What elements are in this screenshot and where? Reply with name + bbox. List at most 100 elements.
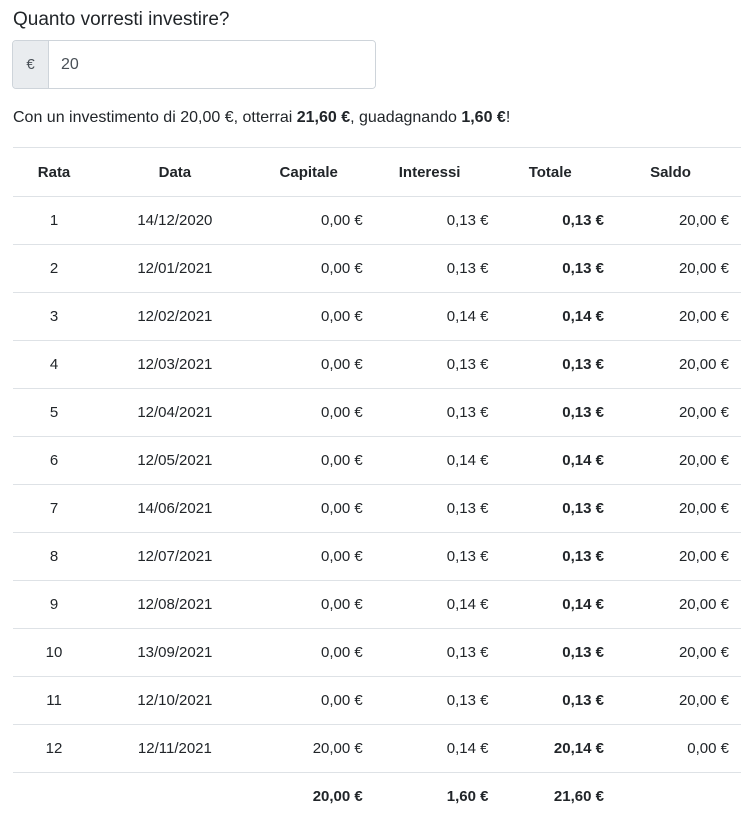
- header-data: Data: [95, 147, 255, 197]
- cell-totale: 0,13 €: [496, 388, 612, 437]
- cell-interessi: 0,13 €: [370, 484, 497, 533]
- cell-interessi: 0,13 €: [370, 340, 497, 389]
- cell-data: 12/03/2021: [95, 340, 255, 389]
- table-body: 1 14/12/2020 0,00 €0,13 €0,13 €20,00 €2 12/…: [13, 196, 741, 820]
- table-row: 11 12/10/2021 0,00 €0,13 €0,13 €20,00 €: [13, 676, 741, 725]
- payment-plan-table: Rata Data Capitale Interessi Totale Sald…: [13, 147, 741, 820]
- cell-rata: 10: [13, 628, 96, 677]
- summary-gain: 1,60 €: [461, 109, 506, 126]
- cell-interessi: 0,13 €: [370, 676, 497, 725]
- cell-totale: 0,13 €: [496, 340, 612, 389]
- table-row: 7 14/06/2021 0,00 €0,13 €0,13 €20,00 €: [13, 484, 741, 533]
- cell-capitale: 0,00 €: [254, 388, 371, 437]
- cell-rata: 2: [13, 244, 96, 293]
- cell-capitale: 0,00 €: [254, 532, 371, 581]
- total-cell-interessi: 1,60 €: [370, 772, 497, 820]
- cell-interessi: 0,13 €: [370, 196, 497, 245]
- cell-data: 12/01/2021: [95, 244, 255, 293]
- cell-rata: 11: [13, 676, 96, 725]
- cell-saldo: 20,00 €: [611, 340, 741, 389]
- cell-capitale: 0,00 €: [254, 196, 371, 245]
- investment-summary: Con un investimento di 20,00 €, otterrai…: [13, 108, 510, 128]
- cell-data: 14/12/2020: [95, 196, 255, 245]
- table-header-row: Rata Data Capitale Interessi Totale Sald…: [13, 147, 741, 197]
- table-row: 5 12/04/2021 0,00 €0,13 €0,13 €20,00 €: [13, 388, 741, 437]
- cell-capitale: 0,00 €: [254, 436, 371, 485]
- cell-totale: 0,13 €: [496, 532, 612, 581]
- cell-data: 12/04/2021: [95, 388, 255, 437]
- cell-rata: 1: [13, 196, 96, 245]
- cell-saldo: 20,00 €: [611, 388, 741, 437]
- total-cell-rata: [13, 772, 96, 820]
- cell-capitale: 0,00 €: [254, 580, 371, 629]
- cell-capitale: 0,00 €: [254, 340, 371, 389]
- cell-saldo: 0,00 €: [611, 724, 741, 773]
- cell-totale: 0,13 €: [496, 244, 612, 293]
- table-row: 9 12/08/2021 0,00 €0,14 €0,14 €20,00 €: [13, 580, 741, 629]
- cell-capitale: 0,00 €: [254, 484, 371, 533]
- cell-data: 12/11/2021: [95, 724, 255, 773]
- cell-interessi: 0,14 €: [370, 580, 497, 629]
- totals-row: 20,00 €1,60 €21,60 €: [13, 772, 741, 820]
- cell-data: 12/10/2021: [95, 676, 255, 725]
- summary-text-3: !: [505, 109, 511, 126]
- header-capitale: Capitale: [254, 147, 371, 197]
- cell-rata: 8: [13, 532, 96, 581]
- cell-saldo: 20,00 €: [611, 436, 741, 485]
- investment-input-group: €: [12, 40, 376, 89]
- header-totale: Totale: [496, 147, 612, 197]
- cell-saldo: 20,00 €: [611, 628, 741, 677]
- cell-totale: 0,14 €: [496, 580, 612, 629]
- cell-capitale: 0,00 €: [254, 628, 371, 677]
- table-row: 1 14/12/2020 0,00 €0,13 €0,13 €20,00 €: [13, 196, 741, 245]
- page-title: Quanto vorresti investire?: [13, 9, 230, 30]
- cell-totale: 0,14 €: [496, 436, 612, 485]
- cell-capitale: 0,00 €: [254, 676, 371, 725]
- euro-currency-icon: €: [13, 41, 49, 88]
- cell-capitale: 20,00 €: [254, 724, 371, 773]
- investment-amount-input[interactable]: [49, 41, 375, 88]
- cell-data: 12/08/2021: [95, 580, 255, 629]
- cell-interessi: 0,13 €: [370, 244, 497, 293]
- table-row: 3 12/02/2021 0,00 €0,14 €0,14 €20,00 €: [13, 292, 741, 341]
- cell-capitale: 0,00 €: [254, 244, 371, 293]
- cell-totale: 0,13 €: [496, 484, 612, 533]
- total-cell-totale: 21,60 €: [496, 772, 612, 820]
- table-row: 12 12/11/2021 20,00 €0,14 €20,14 €0,00 €: [13, 724, 741, 773]
- cell-totale: 0,13 €: [496, 628, 612, 677]
- cell-rata: 7: [13, 484, 96, 533]
- cell-saldo: 20,00 €: [611, 580, 741, 629]
- summary-total: 21,60 €: [296, 109, 351, 126]
- table-row: 4 12/03/2021 0,00 €0,13 €0,13 €20,00 €: [13, 340, 741, 389]
- cell-saldo: 20,00 €: [611, 484, 741, 533]
- cell-totale: 0,13 €: [496, 196, 612, 245]
- cell-data: 14/06/2021: [95, 484, 255, 533]
- cell-saldo: 20,00 €: [611, 196, 741, 245]
- cell-totale: 0,14 €: [496, 292, 612, 341]
- cell-saldo: 20,00 €: [611, 676, 741, 725]
- summary-text-2: , guadagnando: [350, 109, 462, 126]
- header-rata: Rata: [13, 147, 96, 197]
- cell-totale: 20,14 €: [496, 724, 612, 773]
- cell-capitale: 0,00 €: [254, 292, 371, 341]
- investment-calculator: Quanto vorresti investire? € Con un inve…: [0, 0, 750, 835]
- cell-rata: 12: [13, 724, 96, 773]
- total-cell-data: [95, 772, 255, 820]
- header-saldo: Saldo: [611, 147, 741, 197]
- cell-data: 12/05/2021: [95, 436, 255, 485]
- cell-data: 12/07/2021: [95, 532, 255, 581]
- table-row: 2 12/01/2021 0,00 €0,13 €0,13 €20,00 €: [13, 244, 741, 293]
- cell-interessi: 0,14 €: [370, 724, 497, 773]
- cell-data: 13/09/2021: [95, 628, 255, 677]
- cell-interessi: 0,13 €: [370, 628, 497, 677]
- table-row: 8 12/07/2021 0,00 €0,13 €0,13 €20,00 €: [13, 532, 741, 581]
- cell-interessi: 0,14 €: [370, 292, 497, 341]
- total-cell-saldo: [611, 772, 741, 820]
- cell-rata: 4: [13, 340, 96, 389]
- cell-rata: 3: [13, 292, 96, 341]
- cell-saldo: 20,00 €: [611, 532, 741, 581]
- cell-rata: 5: [13, 388, 96, 437]
- cell-rata: 9: [13, 580, 96, 629]
- cell-saldo: 20,00 €: [611, 244, 741, 293]
- cell-totale: 0,13 €: [496, 676, 612, 725]
